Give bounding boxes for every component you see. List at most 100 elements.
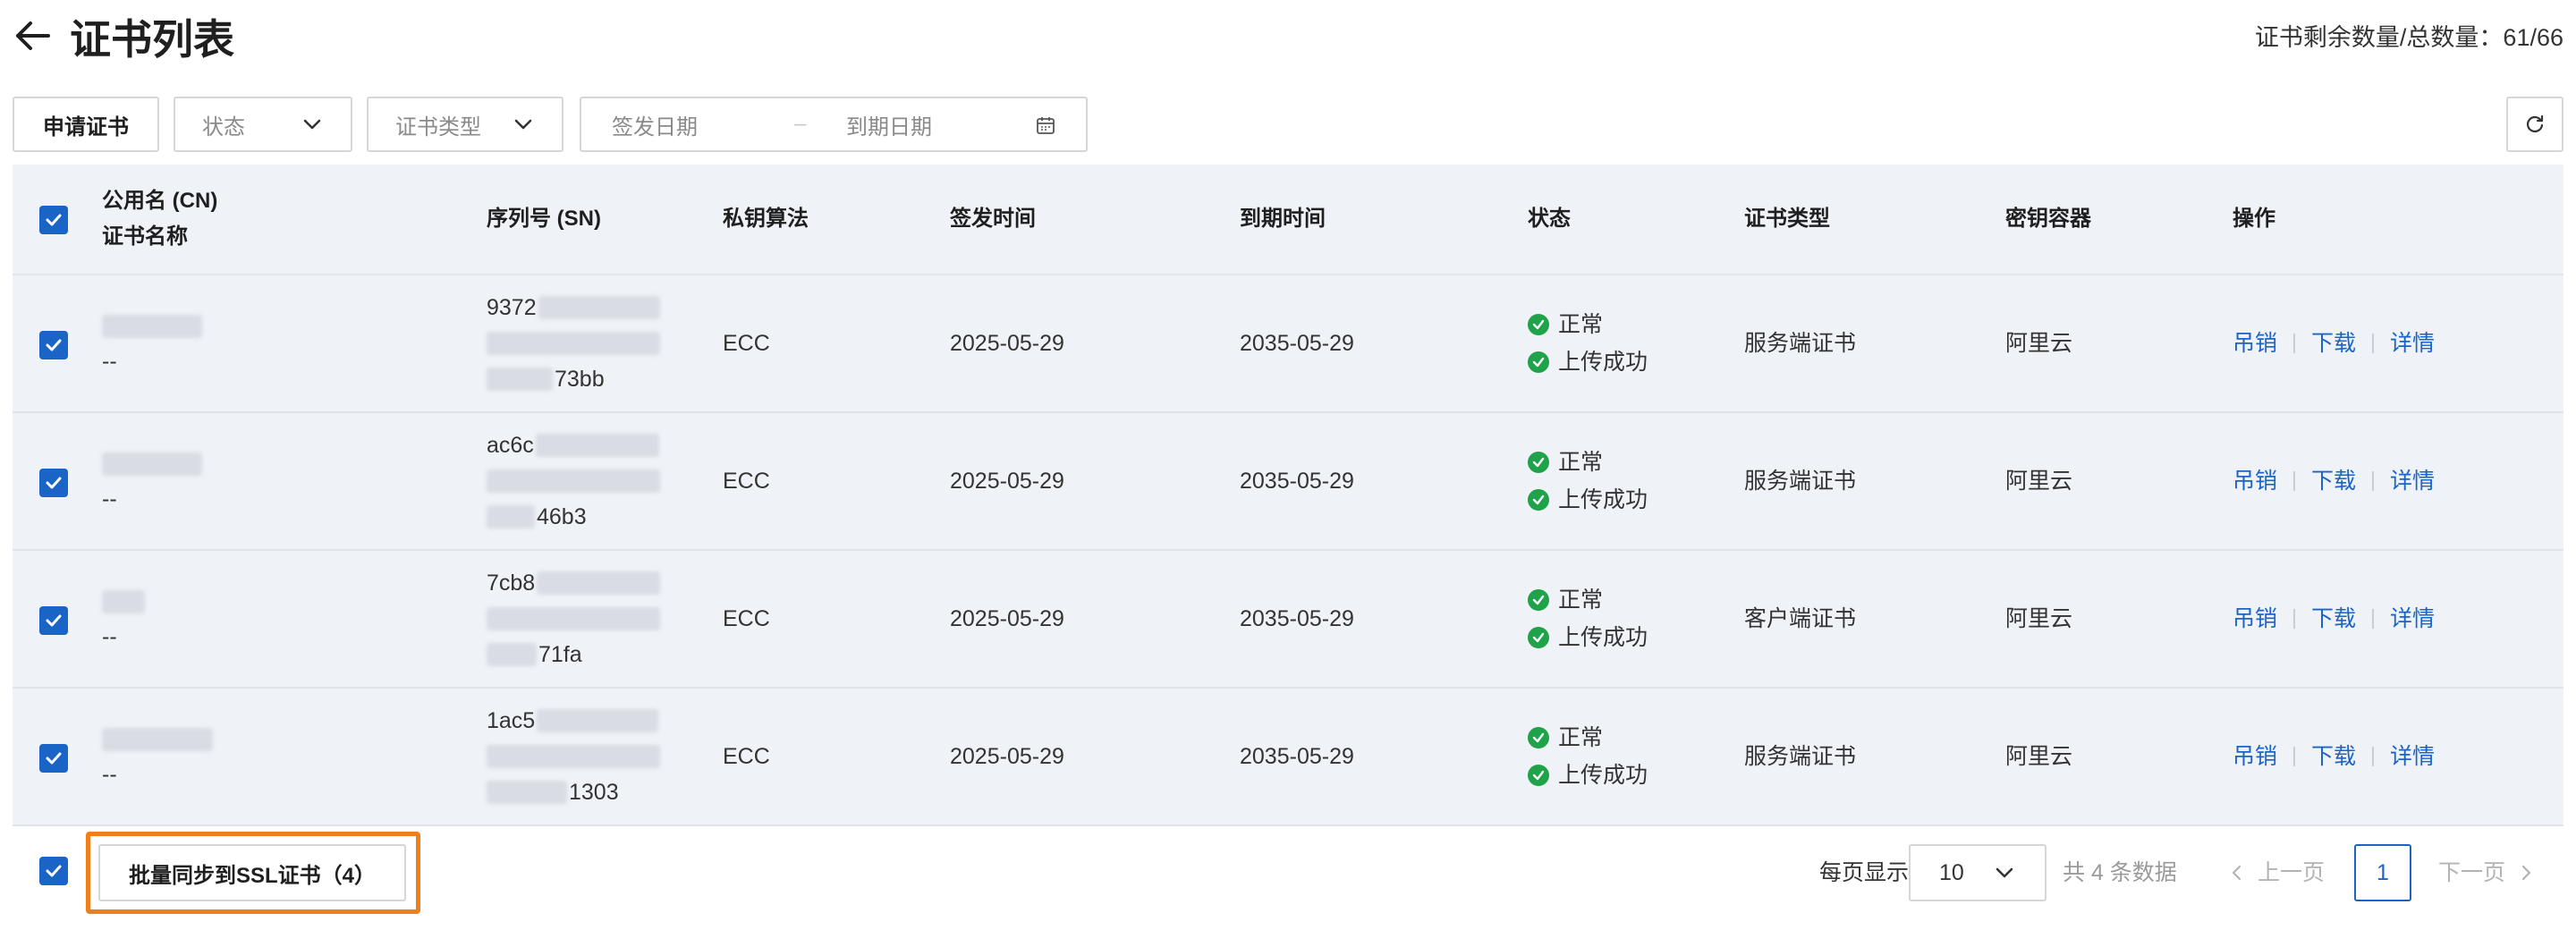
cert-name-value: -- [102,486,117,512]
download-link[interactable]: 下载 [2311,326,2356,361]
key-container-value: 阿里云 [2005,469,2073,494]
download-link[interactable]: 下载 [2311,739,2356,774]
serial-number: ac6c 46b3 [487,427,660,535]
cert-type-filter-select[interactable]: 证书类型 [367,97,564,152]
status-cell: 正常 上传成功 [1528,306,1648,381]
issue-time-value: 2025-05-29 [950,331,1064,356]
row-checkbox[interactable] [39,744,68,773]
column-header-expire-time: 到期时间 [1240,207,1326,231]
check-icon [46,339,62,351]
page-title: 证书列表 [70,16,234,63]
sn-end: 73bb [555,367,605,392]
check-icon [46,752,62,765]
revoke-link[interactable]: 吊销 [2233,601,2277,637]
chevron-down-icon [1996,867,2013,878]
footer-select-all-checkbox[interactable] [39,857,68,885]
revoke-link[interactable]: 吊销 [2233,326,2277,361]
download-link[interactable]: 下载 [2311,463,2356,499]
success-check-icon [1528,314,1549,335]
apply-certificate-button[interactable]: 申请证书 [13,97,159,152]
status-upload-text: 上传成功 [1558,487,1648,512]
key-container-value: 阿里云 [2005,331,2073,356]
detail-link[interactable]: 详情 [2390,739,2435,774]
column-header-sn: 序列号 (SN) [487,207,601,231]
detail-link[interactable]: 详情 [2390,601,2435,637]
revoke-link[interactable]: 吊销 [2233,463,2277,499]
sn-start: ac6c [487,433,534,458]
page-size-select[interactable]: 10 [1909,844,2046,901]
detail-link[interactable]: 详情 [2390,463,2435,499]
status-filter-select[interactable]: 状态 [174,97,352,152]
serial-number: 7cb8 71fa [487,565,661,672]
action-divider [2293,334,2296,353]
quota-label: 证书剩余数量/总数量： [2254,24,2504,51]
date-range-separator: – [794,112,807,136]
action-divider [2372,747,2375,766]
row-actions: 吊销 下载 详情 [2233,601,2435,637]
column-header-algorithm: 私钥算法 [723,207,809,231]
next-page-button[interactable]: 下一页 [2438,855,2536,891]
algorithm-value: ECC [723,469,770,494]
certificate-quota: 证书剩余数量/总数量：61/66 [2255,20,2563,55]
cert-type-value: 客户端证书 [1744,606,1857,631]
row-checkbox[interactable] [39,606,68,635]
cert-type-value: 服务端证书 [1744,331,1857,356]
status-normal-text: 正常 [1558,312,1604,337]
column-header-actions: 操作 [2233,207,2275,231]
row-checkbox[interactable] [39,469,68,497]
refresh-icon [2526,114,2544,133]
action-divider [2372,334,2375,353]
chevron-left-icon [2232,865,2241,881]
table-row: -- ac6c 46b3 ECC 2025-05-29 2035-05-29 正… [13,413,2563,551]
cert-name-value: -- [102,349,117,374]
action-divider [2293,471,2296,491]
issue-date-input[interactable]: 签发日期 [612,109,698,140]
success-check-icon [1528,589,1549,611]
expire-time-value: 2035-05-29 [1240,606,1354,631]
algorithm-value: ECC [723,744,770,769]
issue-time-value: 2025-05-29 [950,606,1064,631]
success-check-icon [1528,765,1549,786]
chevron-down-icon [303,119,321,130]
per-page-label: 每页显示 [1819,860,1910,885]
refresh-button[interactable] [2506,97,2563,152]
back-arrow-icon[interactable] [9,13,55,59]
action-divider [2293,609,2296,629]
check-icon [46,214,62,226]
cn-value-redacted [102,308,202,343]
cn-value-redacted [102,721,213,757]
chevron-right-icon [2521,865,2531,881]
row-checkbox[interactable] [39,331,68,359]
table-header: 公用名 (CN) 证书名称 序列号 (SN) 私钥算法 签发时间 到期时间 状态… [13,165,2563,275]
expire-time-value: 2035-05-29 [1240,744,1354,769]
success-check-icon [1528,489,1549,511]
status-upload-text: 上传成功 [1558,763,1648,788]
cert-type-value: 服务端证书 [1744,744,1857,769]
page-number-current[interactable]: 1 [2354,844,2411,901]
download-link[interactable]: 下载 [2311,601,2356,637]
action-divider [2372,471,2375,491]
expire-date-input[interactable]: 到期日期 [846,109,932,140]
total-count: 共 4 条数据 [2063,860,2177,885]
row-actions: 吊销 下载 详情 [2233,326,2435,361]
date-range-picker[interactable]: 签发日期 – 到期日期 [580,97,1088,152]
serial-number: 1ac5 1303 [487,703,660,810]
revoke-link[interactable]: 吊销 [2233,739,2277,774]
expire-time-value: 2035-05-29 [1240,469,1354,494]
cn-value-redacted [102,445,202,481]
select-all-checkbox[interactable] [39,206,68,234]
check-icon [46,614,62,627]
expire-time-value: 2035-05-29 [1240,331,1354,356]
calendar-icon [1037,117,1055,134]
cert-name-value: -- [102,762,117,787]
page-size-value: 10 [1939,859,1964,885]
sn-end: 1303 [569,780,619,805]
algorithm-value: ECC [723,331,770,356]
status-upload-text: 上传成功 [1558,350,1648,375]
batch-sync-ssl-button[interactable]: 批量同步到SSL证书（4） [98,844,406,901]
key-container-value: 阿里云 [2005,744,2073,769]
prev-page-button[interactable]: 上一页 [2227,855,2325,891]
action-divider [2293,747,2296,766]
issue-time-value: 2025-05-29 [950,744,1064,769]
detail-link[interactable]: 详情 [2390,326,2435,361]
